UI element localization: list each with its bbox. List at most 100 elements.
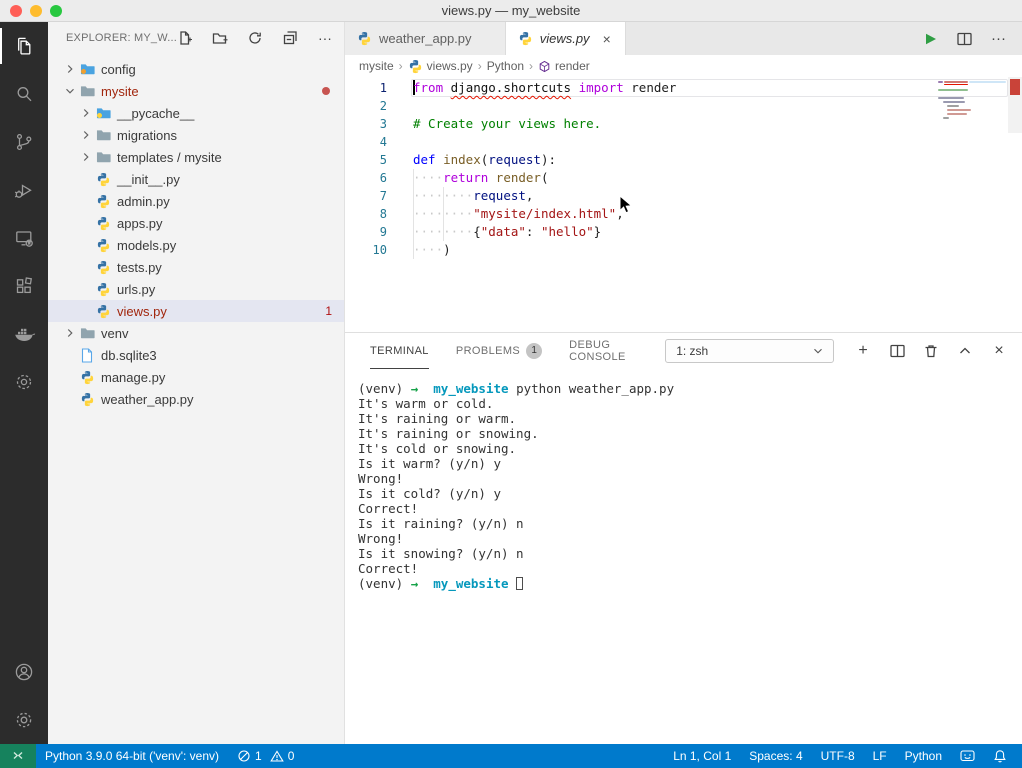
tree-item-apps-py[interactable]: apps.py (48, 212, 344, 234)
bell-icon[interactable] (984, 744, 1016, 768)
symbol-module-icon (538, 60, 551, 73)
code-line-10[interactable]: 10 ····) (345, 241, 1022, 259)
activity-explorer-icon[interactable] (0, 22, 48, 70)
activity-docker-icon[interactable] (0, 310, 48, 358)
chevron-right-icon[interactable] (78, 105, 94, 121)
activity-extensions-icon[interactable] (0, 262, 48, 310)
code-line-8[interactable]: 8 ········"mysite/index.html", (345, 205, 1022, 223)
terminal-line: Is it cold? (y/n) y (358, 486, 501, 501)
activity-remote-explorer-icon[interactable] (0, 214, 48, 262)
tree-item-init-py[interactable]: __init__.py (48, 168, 344, 190)
breadcrumb-mysite[interactable]: mysite (359, 59, 394, 73)
tree-item-models-py[interactable]: models.py (48, 234, 344, 256)
status-right: Ln 1, Col 1 Spaces: 4 UTF-8 LF Python (664, 744, 1022, 768)
close-traffic-light[interactable] (10, 5, 22, 17)
line-number: 8 (379, 207, 387, 221)
encoding-status[interactable]: UTF-8 (812, 744, 864, 768)
eol-status[interactable]: LF (864, 744, 896, 768)
remote-indicator[interactable] (0, 744, 36, 768)
code-line-6[interactable]: 6 ····return render( (345, 169, 1022, 187)
code-line-5[interactable]: 5 def index(request): (345, 151, 1022, 169)
activity-gear-badge-icon[interactable] (0, 358, 48, 406)
tree-item-label: views.py (117, 303, 167, 319)
panel-tab-problems[interactable]: PROBLEMS 1 (456, 333, 543, 369)
minimap-line (938, 89, 968, 91)
tree-item-manage-py[interactable]: manage.py (48, 366, 344, 388)
kill-terminal-icon[interactable] (922, 342, 940, 360)
breadcrumb-views-py[interactable]: views.py (408, 59, 473, 74)
breadcrumb-python[interactable]: Python (487, 59, 524, 73)
tree-item-admin-py[interactable]: admin.py (48, 190, 344, 212)
code-line-3[interactable]: 3 # Create your views here. (345, 115, 1022, 133)
chevron-right-icon[interactable] (78, 149, 94, 165)
minimap[interactable] (936, 79, 1008, 131)
collapse-all-icon[interactable] (282, 30, 298, 46)
tree-item-label: tests.py (117, 259, 162, 275)
language-mode-status[interactable]: Python (896, 744, 951, 768)
split-editor-icon[interactable] (956, 31, 973, 47)
panel-tab-terminal[interactable]: TERMINAL (370, 333, 429, 369)
cursor-position-status[interactable]: Ln 1, Col 1 (664, 744, 740, 768)
terminal-output[interactable]: (venv) → my_website python weather_app.p… (345, 369, 1022, 591)
cursor-position-label: Ln 1, Col 1 (673, 749, 732, 763)
code-line-2[interactable]: 2 (345, 97, 1022, 115)
code-line-9[interactable]: 9 ········{"data": "hello"} (345, 223, 1022, 241)
breadcrumb-render[interactable]: render (538, 59, 590, 73)
more-icon[interactable]: ··· (991, 30, 1006, 47)
tree-item-urls-py[interactable]: urls.py (48, 278, 344, 300)
line-number: 6 (379, 171, 387, 185)
tree-item-label: urls.py (117, 281, 156, 297)
code-editor[interactable]: 1 from django.shortcuts import render 2 3 # … (345, 77, 1022, 332)
maximize-panel-icon[interactable] (956, 342, 974, 360)
indentation-status[interactable]: Spaces: 4 (740, 744, 811, 768)
shell-selector-dropdown[interactable]: 1: zsh (665, 339, 834, 363)
activity-run-debug-icon[interactable] (0, 166, 48, 214)
tree-item-views-py[interactable]: views.py 1 (48, 300, 344, 322)
status-bar: Python 3.9.0 64-bit ('venv': venv) 1 0 L… (0, 744, 1022, 768)
new-file-icon[interactable] (177, 30, 193, 46)
tab-weather-app-py[interactable]: weather_app.py× (345, 22, 506, 55)
run-icon[interactable] (922, 31, 938, 47)
more-icon[interactable]: ··· (317, 30, 333, 46)
tree-item-templates-mysite[interactable]: templates / mysite (48, 146, 344, 168)
close-tab-icon[interactable]: × (603, 31, 611, 47)
chevron-down-icon[interactable] (62, 83, 78, 99)
new-folder-icon[interactable] (212, 30, 228, 46)
split-terminal-icon[interactable] (888, 342, 906, 360)
activity-source-control-icon[interactable] (0, 118, 48, 166)
problems-status[interactable]: 1 0 (228, 744, 303, 768)
zoom-traffic-light[interactable] (50, 5, 62, 17)
activity-account-icon[interactable] (0, 648, 48, 696)
feedback-icon[interactable] (951, 744, 984, 768)
tree-item-pycache[interactable]: __pycache__ (48, 102, 344, 124)
panel-actions: + × (834, 342, 1022, 360)
breadcrumb-label: Python (486, 59, 525, 73)
minimap-line (947, 105, 959, 107)
tree-item-mysite[interactable]: mysite (48, 80, 344, 102)
minimize-traffic-light[interactable] (30, 5, 42, 17)
chevron-right-icon[interactable] (62, 61, 78, 77)
activity-settings-gear-icon[interactable] (0, 696, 48, 744)
code-line-7[interactable]: 7 ········request, (345, 187, 1022, 205)
code-line-1[interactable]: 1 from django.shortcuts import render (345, 79, 1022, 97)
minimap-line (938, 97, 964, 99)
tree-item-venv[interactable]: venv (48, 322, 344, 344)
new-terminal-icon[interactable]: + (854, 342, 872, 360)
panel-tab-debug-console[interactable]: DEBUG CONSOLE (569, 333, 638, 369)
chevron-right-icon[interactable] (78, 127, 94, 143)
tree-item-config[interactable]: config (48, 58, 344, 80)
chevron-right-icon[interactable] (62, 325, 78, 341)
tree-item-weather-app-py[interactable]: weather_app.py (48, 388, 344, 410)
activity-search-icon[interactable] (0, 70, 48, 118)
tree-item-tests-py[interactable]: tests.py (48, 256, 344, 278)
code-line-4[interactable]: 4 (345, 133, 1022, 151)
refresh-icon[interactable] (247, 30, 263, 46)
python-interpreter-status[interactable]: Python 3.9.0 64-bit ('venv': venv) (36, 744, 228, 768)
tree-item-migrations[interactable]: migrations (48, 124, 344, 146)
overview-ruler[interactable] (1008, 77, 1022, 332)
tree-item-db-sqlite3[interactable]: db.sqlite3 (48, 344, 344, 366)
close-panel-icon[interactable]: × (990, 342, 1008, 360)
tab-views-py[interactable]: views.py × (505, 22, 626, 55)
